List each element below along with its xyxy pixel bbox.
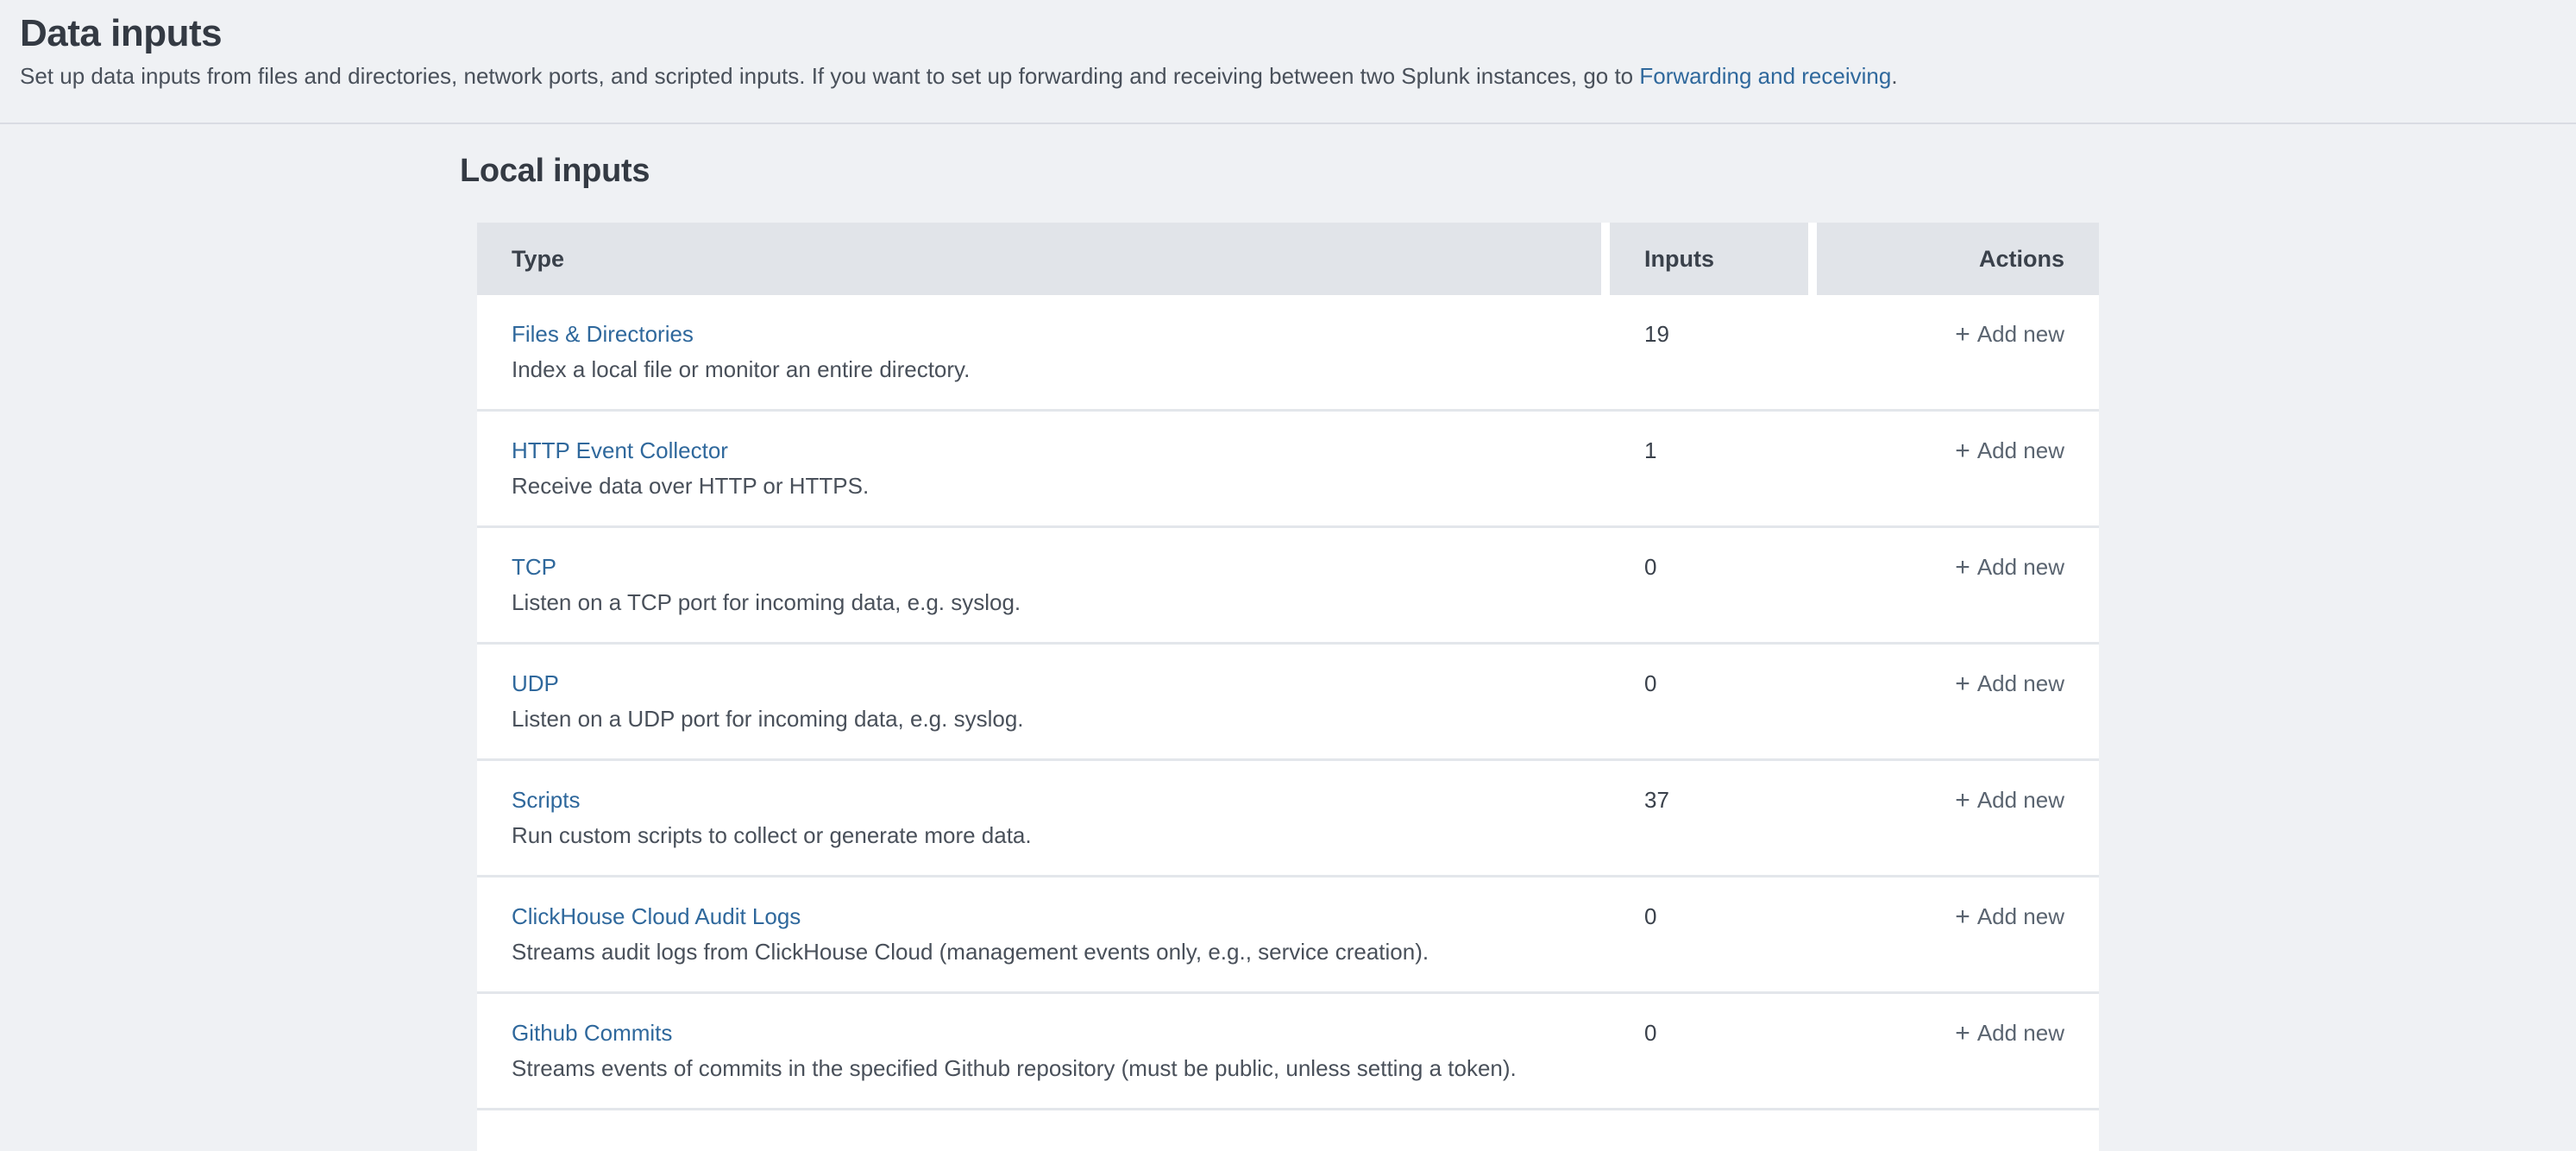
page-subtitle-text: Set up data inputs from files and direct… (20, 63, 1639, 89)
type-cell: Github Commits Streams events of commits… (477, 994, 1601, 1108)
type-cell: HTTP Event Collector Receive data over H… (477, 412, 1601, 525)
add-new-link[interactable]: + Add new (1955, 903, 2064, 929)
table-header-row: Type Inputs Actions (477, 223, 2099, 295)
column-header-type: Type (477, 223, 1601, 295)
input-type-link[interactable]: Files & Directories (512, 320, 694, 348)
page-header: Data inputs Set up data inputs from file… (0, 0, 2576, 124)
plus-icon: + (1955, 437, 1970, 465)
column-header-actions: Actions (1817, 223, 2099, 295)
input-type-link[interactable]: TCP (512, 553, 556, 581)
plus-icon: + (1955, 554, 1970, 582)
input-type-description: Receive data over HTTP or HTTPS. (512, 472, 1567, 500)
inputs-count: 0 (1610, 877, 1808, 991)
input-type-description: Run custom scripts to collect or generat… (512, 821, 1567, 849)
table-row: Scripts Run custom scripts to collect or… (477, 761, 2099, 877)
type-cell: Files & Directories Index a local file o… (477, 295, 1601, 409)
type-cell: UDP Listen on a UDP port for incoming da… (477, 645, 1601, 758)
input-type-link[interactable]: Scripts (512, 786, 580, 814)
inputs-count: 0 (1610, 994, 1808, 1108)
add-new-link[interactable]: + Add new (1955, 437, 2064, 463)
table-row-partial (477, 1110, 2099, 1151)
input-type-description: Listen on a UDP port for incoming data, … (512, 705, 1567, 733)
inputs-count: 0 (1610, 645, 1808, 758)
input-type-link[interactable]: HTTP Event Collector (512, 437, 728, 464)
input-type-link[interactable]: Github Commits (512, 1019, 672, 1047)
page-subtitle: Set up data inputs from files and direct… (20, 62, 2541, 90)
input-type-description: Listen on a TCP port for incoming data, … (512, 588, 1567, 616)
data-inputs-table: Type Inputs Actions Files & Directories … (477, 223, 2099, 1151)
table-row: TCP Listen on a TCP port for incoming da… (477, 528, 2099, 645)
add-new-label: Add new (1977, 1020, 2064, 1046)
type-cell: Scripts Run custom scripts to collect or… (477, 761, 1601, 875)
add-new-label: Add new (1977, 787, 2064, 813)
inputs-count: 1 (1610, 412, 1808, 525)
forwarding-and-receiving-link[interactable]: Forwarding and receiving (1639, 63, 1891, 89)
inputs-count: 0 (1610, 528, 1808, 642)
table-row: HTTP Event Collector Receive data over H… (477, 412, 2099, 528)
actions-cell: + Add new (1817, 295, 2099, 409)
input-type-description: Index a local file or monitor an entire … (512, 355, 1567, 383)
type-cell: ClickHouse Cloud Audit Logs Streams audi… (477, 877, 1601, 991)
actions-cell: + Add new (1817, 412, 2099, 525)
actions-cell: + Add new (1817, 528, 2099, 642)
plus-icon: + (1955, 321, 1970, 349)
plus-icon: + (1955, 903, 1970, 931)
table-row: UDP Listen on a UDP port for incoming da… (477, 645, 2099, 761)
add-new-link[interactable]: + Add new (1955, 1020, 2064, 1046)
inputs-count: 37 (1610, 761, 1808, 875)
table-body: Files & Directories Index a local file o… (477, 295, 2099, 1110)
actions-cell: + Add new (1817, 761, 2099, 875)
page-title: Data inputs (20, 10, 2541, 57)
add-new-label: Add new (1977, 437, 2064, 463)
table-row: Files & Directories Index a local file o… (477, 295, 2099, 412)
input-type-link[interactable]: ClickHouse Cloud Audit Logs (512, 903, 801, 930)
plus-icon: + (1955, 787, 1970, 815)
add-new-label: Add new (1977, 321, 2064, 347)
add-new-label: Add new (1977, 670, 2064, 696)
actions-cell: + Add new (1817, 877, 2099, 991)
add-new-link[interactable]: + Add new (1955, 321, 2064, 347)
add-new-label: Add new (1977, 903, 2064, 929)
table-row: ClickHouse Cloud Audit Logs Streams audi… (477, 877, 2099, 994)
page-subtitle-period: . (1891, 63, 1897, 89)
column-header-inputs: Inputs (1610, 223, 1808, 295)
table-row: Github Commits Streams events of commits… (477, 994, 2099, 1110)
input-type-description: Streams events of commits in the specifi… (512, 1054, 1567, 1082)
add-new-label: Add new (1977, 554, 2064, 580)
type-cell: TCP Listen on a TCP port for incoming da… (477, 528, 1601, 642)
actions-cell: + Add new (1817, 994, 2099, 1108)
add-new-link[interactable]: + Add new (1955, 554, 2064, 580)
plus-icon: + (1955, 670, 1970, 698)
add-new-link[interactable]: + Add new (1955, 670, 2064, 696)
input-type-link[interactable]: UDP (512, 670, 559, 697)
inputs-count: 19 (1610, 295, 1808, 409)
actions-cell: + Add new (1817, 645, 2099, 758)
input-type-description: Streams audit logs from ClickHouse Cloud… (512, 938, 1567, 965)
plus-icon: + (1955, 1020, 1970, 1047)
add-new-link[interactable]: + Add new (1955, 787, 2064, 813)
local-inputs-section: Local inputs Type Inputs Actions Files &… (477, 150, 2099, 1151)
section-heading: Local inputs (460, 150, 2099, 192)
